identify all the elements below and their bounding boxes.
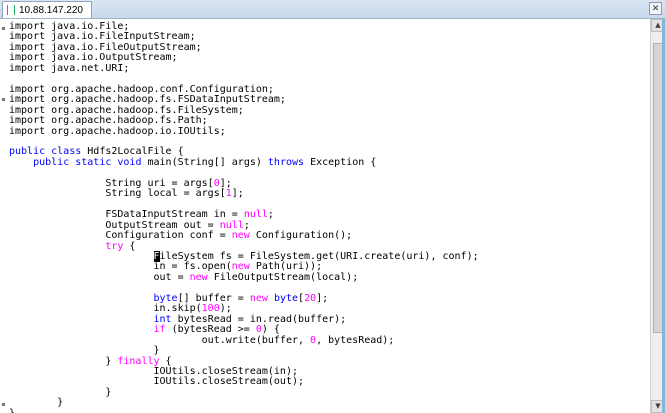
code-line: public static void main(String[] args) t… — [9, 156, 479, 168]
code-token: Path(uri)); — [255, 261, 323, 273]
code-token: [] buffer = — [177, 292, 250, 304]
code-token: ]; — [219, 177, 232, 189]
code-token: } — [9, 397, 64, 409]
code-token: null — [243, 209, 268, 221]
code-token: { — [165, 355, 172, 367]
code-token: throws — [267, 156, 311, 168]
code-token: out.write(buffer, — [9, 334, 311, 346]
tab-bar: 10.88.147.220 ✕ — [0, 0, 665, 19]
code-token: bytesRead = in.read(buffer); — [177, 313, 347, 325]
code-token: ) { — [261, 324, 280, 336]
code-token: new — [231, 230, 256, 242]
tab-connection[interactable]: 10.88.147.220 — [2, 1, 92, 18]
fold-marker-icon — [2, 98, 5, 101]
code-token: 20 — [304, 292, 317, 304]
code-token: ; — [267, 209, 274, 221]
code-token: IOUtils.closeStream(out); — [9, 376, 305, 388]
code-token: import java.net.URI; — [9, 62, 130, 74]
code-token: String local = args[ — [9, 188, 226, 200]
code-token: FSDataInputStream in = — [9, 209, 244, 221]
code-token: FileOutputStream(local); — [213, 271, 359, 283]
fold-marker-icon — [2, 27, 5, 30]
code-token: try — [105, 240, 130, 252]
code-token: } — [9, 345, 160, 357]
code-token: Exception { — [310, 156, 377, 168]
code-line: } — [9, 408, 479, 413]
file-icon — [7, 5, 15, 15]
code-token: new — [231, 261, 256, 273]
code-token: IOUtils.closeStream(in); — [9, 365, 298, 377]
code-token: Configuration(); — [255, 230, 353, 242]
code-token: new — [189, 271, 214, 283]
fold-marker-icon — [2, 403, 5, 406]
code-token: in = fs.open( — [9, 261, 232, 273]
code-line: out = new FileOutputStream(local); — [9, 271, 479, 283]
code-editor[interactable]: import java.io.File; import java.io.FileI… — [0, 19, 650, 413]
code-token: } — [9, 386, 112, 398]
code-token: Configuration conf = — [9, 230, 232, 242]
code-token: String uri = args[ — [9, 177, 214, 189]
code-token: if — [153, 324, 172, 336]
code-token: import java.io.FileOutputStream; — [9, 41, 202, 53]
code-line: import org.apache.hadoop.io.IOUtils; — [9, 125, 479, 137]
code-token: 100 — [201, 303, 220, 315]
code-token: public static void — [33, 156, 148, 168]
code-token: } — [9, 408, 15, 413]
code-token: main(String[] args) — [147, 156, 268, 168]
code-line: } — [9, 386, 479, 398]
code-token: import org.apache.hadoop.fs.FileSystem; — [9, 104, 244, 116]
code-token: ]; — [231, 188, 244, 200]
close-icon[interactable]: ✕ — [649, 2, 662, 15]
code-token: new — [249, 292, 274, 304]
code-token: byte — [153, 292, 178, 304]
code-text[interactable]: import java.io.File; import java.io.FileI… — [9, 21, 479, 413]
code-token: import java.io.File; — [9, 21, 130, 32]
code-token: import java.io.OutputStream; — [9, 52, 178, 64]
code-token: int — [153, 313, 178, 325]
code-token: finally — [117, 355, 166, 367]
code-token: ; — [243, 219, 250, 231]
code-token: out = — [9, 271, 190, 283]
code-token: import org.apache.hadoop.fs.Path; — [9, 115, 208, 127]
code-token: ]; — [316, 292, 329, 304]
code-line: String local = args[1]; — [9, 189, 479, 199]
code-token: import org.apache.hadoop.conf.Configurat… — [9, 83, 274, 95]
code-token: in.skip( — [9, 303, 202, 315]
code-token: (bytesRead >= — [171, 324, 256, 336]
code-token: ); — [219, 303, 232, 315]
tab-title: 10.88.147.220 — [19, 4, 83, 16]
code-line: import java.net.URI; — [9, 62, 479, 74]
code-token: import org.apache.hadoop.io.IOUtils; — [9, 125, 226, 137]
code-token: { — [129, 240, 136, 252]
code-line: } — [9, 398, 479, 408]
code-token: Hdfs2LocalFile { — [87, 146, 184, 158]
code-token: , bytesRead); — [316, 334, 395, 346]
code-token: ileSystem fs = FileSystem.get(URI.create… — [159, 250, 479, 262]
code-token: } — [9, 355, 118, 367]
code-token: import org.apache.hadoop.fs.FSDataInputS… — [9, 94, 286, 106]
code-token: null — [219, 219, 244, 231]
code-token: byte — [273, 292, 299, 304]
code-token: public class — [9, 146, 88, 158]
code-token: OutputStream out = — [9, 219, 220, 231]
code-token: import java.io.FileInputStream; — [9, 31, 196, 43]
